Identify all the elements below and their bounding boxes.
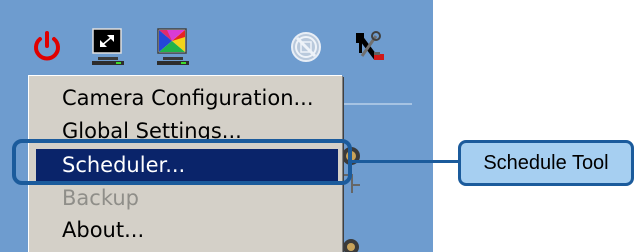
callout-connector	[352, 160, 458, 163]
no-record-icon[interactable]	[287, 28, 325, 66]
screenshot: Camera Configuration... Global Settings.…	[0, 0, 639, 252]
menu-item-scheduler[interactable]: Scheduler...	[36, 149, 338, 181]
network-tools-icon[interactable]	[350, 28, 388, 66]
monitor-fit-icon[interactable]	[88, 27, 128, 67]
menu-item-camera-configuration[interactable]: Camera Configuration...	[36, 82, 338, 114]
menu-item-global-settings[interactable]: Global Settings...	[36, 115, 338, 147]
power-icon[interactable]	[28, 28, 66, 66]
color-monitor-icon[interactable]	[153, 27, 193, 67]
context-menu: Camera Configuration... Global Settings.…	[28, 75, 342, 252]
app-window: Camera Configuration... Global Settings.…	[0, 0, 433, 252]
menu-item-backup: Backup	[62, 186, 139, 210]
callout-label: Schedule Tool	[458, 140, 634, 186]
menu-item-about[interactable]: About...	[36, 214, 338, 246]
